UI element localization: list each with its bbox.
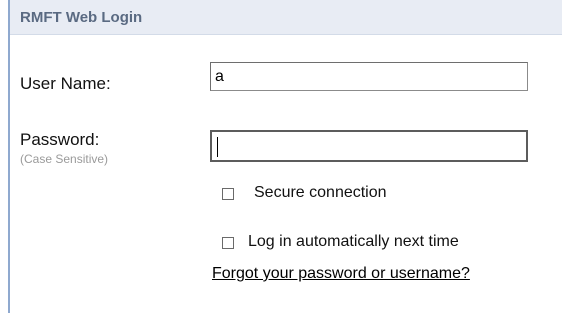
- panel-title: RMFT Web Login: [20, 9, 143, 26]
- auto-login-checkbox[interactable]: [222, 237, 234, 249]
- password-input[interactable]: [210, 130, 528, 162]
- password-label: Password:: [20, 130, 100, 149]
- login-panel: RMFT Web Login User Name: Password: (Cas…: [8, 0, 562, 313]
- username-label: User Name:: [20, 74, 111, 93]
- password-hint: (Case Sensitive): [20, 152, 109, 166]
- secure-connection-checkbox[interactable]: [222, 188, 234, 200]
- auto-login-label: Log in automatically next time: [248, 233, 459, 250]
- forgot-credentials-link[interactable]: Forgot your password or username?: [212, 265, 470, 283]
- username-input[interactable]: [210, 62, 528, 91]
- panel-header: RMFT Web Login: [10, 0, 562, 35]
- secure-connection-label: Secure connection: [254, 184, 387, 201]
- text-cursor: [217, 137, 218, 157]
